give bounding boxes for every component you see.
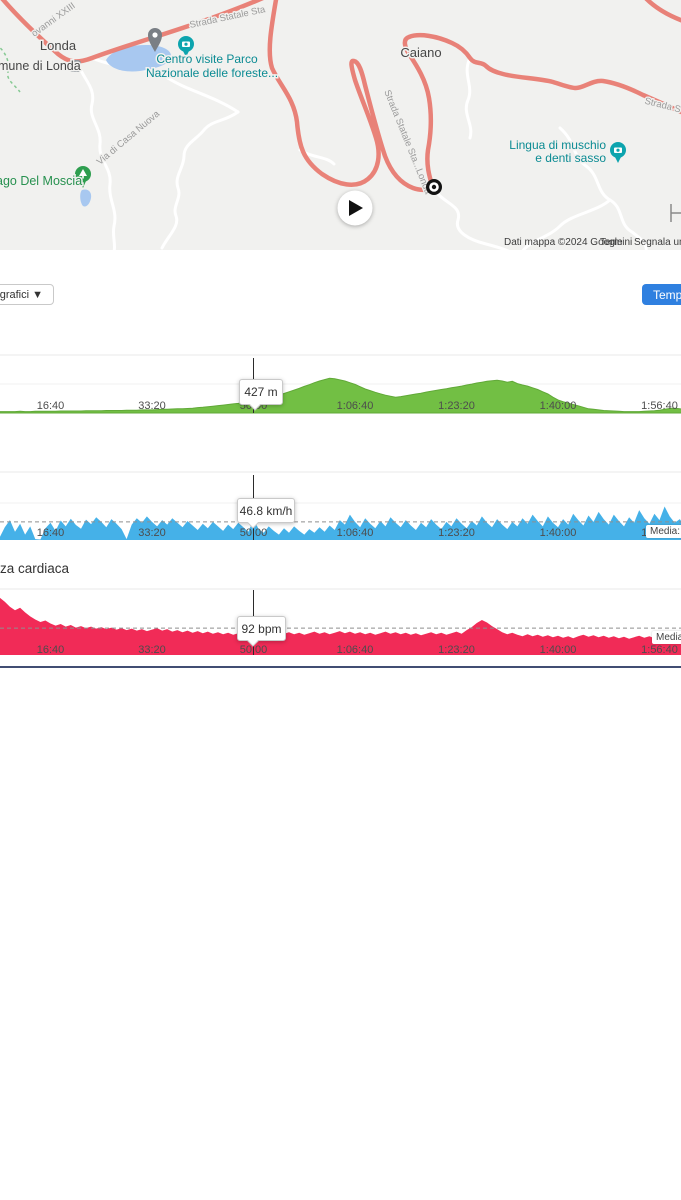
heart-rate-tooltip: 92 bpm (237, 616, 286, 641)
heart-rate-average-label: Media (652, 631, 681, 644)
speed-chart[interactable]: 16:4033:2050:001:06:401:23:201:40:001:56… (0, 467, 681, 545)
heart-rate-chart[interactable]: 16:4033:2050:001:06:401:23:201:40:001:56… (0, 585, 681, 660)
activity-page: Londa Caiano mune di Londa Centro visite… (0, 0, 681, 1200)
town-label-caiano: Caiano (400, 45, 441, 60)
speed-tooltip: 46.8 km/h (237, 498, 295, 523)
speed-average-label: Media: (646, 525, 681, 538)
axis-tick-label: 16:40 (37, 644, 65, 656)
elevation-tooltip: 427 m (239, 379, 283, 405)
axis-tick-label: 1:06:40 (337, 644, 374, 656)
axis-tick-label: 1:23:20 (438, 527, 475, 539)
axis-tick-label: 33:20 (138, 527, 166, 539)
axis-tick-label: 1:40:00 (540, 527, 577, 539)
axis-tick-label: 33:20 (138, 400, 166, 412)
axis-tick-label: 1:06:40 (337, 400, 374, 412)
poi-lingua-line1: Lingua di muschio (509, 138, 606, 152)
axis-tick-label: 16:40 (37, 527, 65, 539)
poi-centro-line1: Centro visite Parco (156, 52, 258, 66)
poi-lago-label: ago Del Moscia (0, 174, 82, 188)
axis-tick-label: 1:56:40 (641, 400, 678, 412)
poi-lingua-line2: e denti sasso (535, 151, 606, 165)
route-map[interactable]: Londa Caiano mune di Londa Centro visite… (0, 0, 681, 250)
axis-tick-label: 1:40:00 (540, 400, 577, 412)
axis-tick-label: 1:56:40 (641, 644, 678, 656)
map-terms-link[interactable]: Termini (600, 237, 632, 248)
comune-label: mune di Londa (0, 59, 81, 73)
map-canvas[interactable]: Londa Caiano mune di Londa Centro visite… (0, 0, 681, 250)
charts-dropdown-button[interactable]: a grafici ▼ (0, 284, 54, 305)
axis-tick-label: 33:20 (138, 644, 166, 656)
town-label-londa: Londa (40, 38, 77, 53)
elevation-chart[interactable]: 16:4033:2050:001:06:401:23:201:40:001:56… (0, 350, 681, 420)
play-button[interactable] (338, 191, 373, 226)
poi-centro-line2: Nazionale delle foreste... (146, 66, 278, 80)
heart-rate-chart-title: za cardiaca (0, 561, 69, 576)
section-divider (0, 666, 681, 668)
axis-tick-label: 1:40:00 (540, 644, 577, 656)
map-report-link[interactable]: Segnala un (634, 237, 681, 248)
axis-tick-label: 1:23:20 (438, 400, 475, 412)
current-position-marker (426, 179, 442, 195)
axis-tick-label: 1:23:20 (438, 644, 475, 656)
axis-tick-label: 1:06:40 (337, 527, 374, 539)
axis-tick-label: 16:40 (37, 400, 65, 412)
tempo-toggle-button[interactable]: Tempo (642, 284, 681, 305)
